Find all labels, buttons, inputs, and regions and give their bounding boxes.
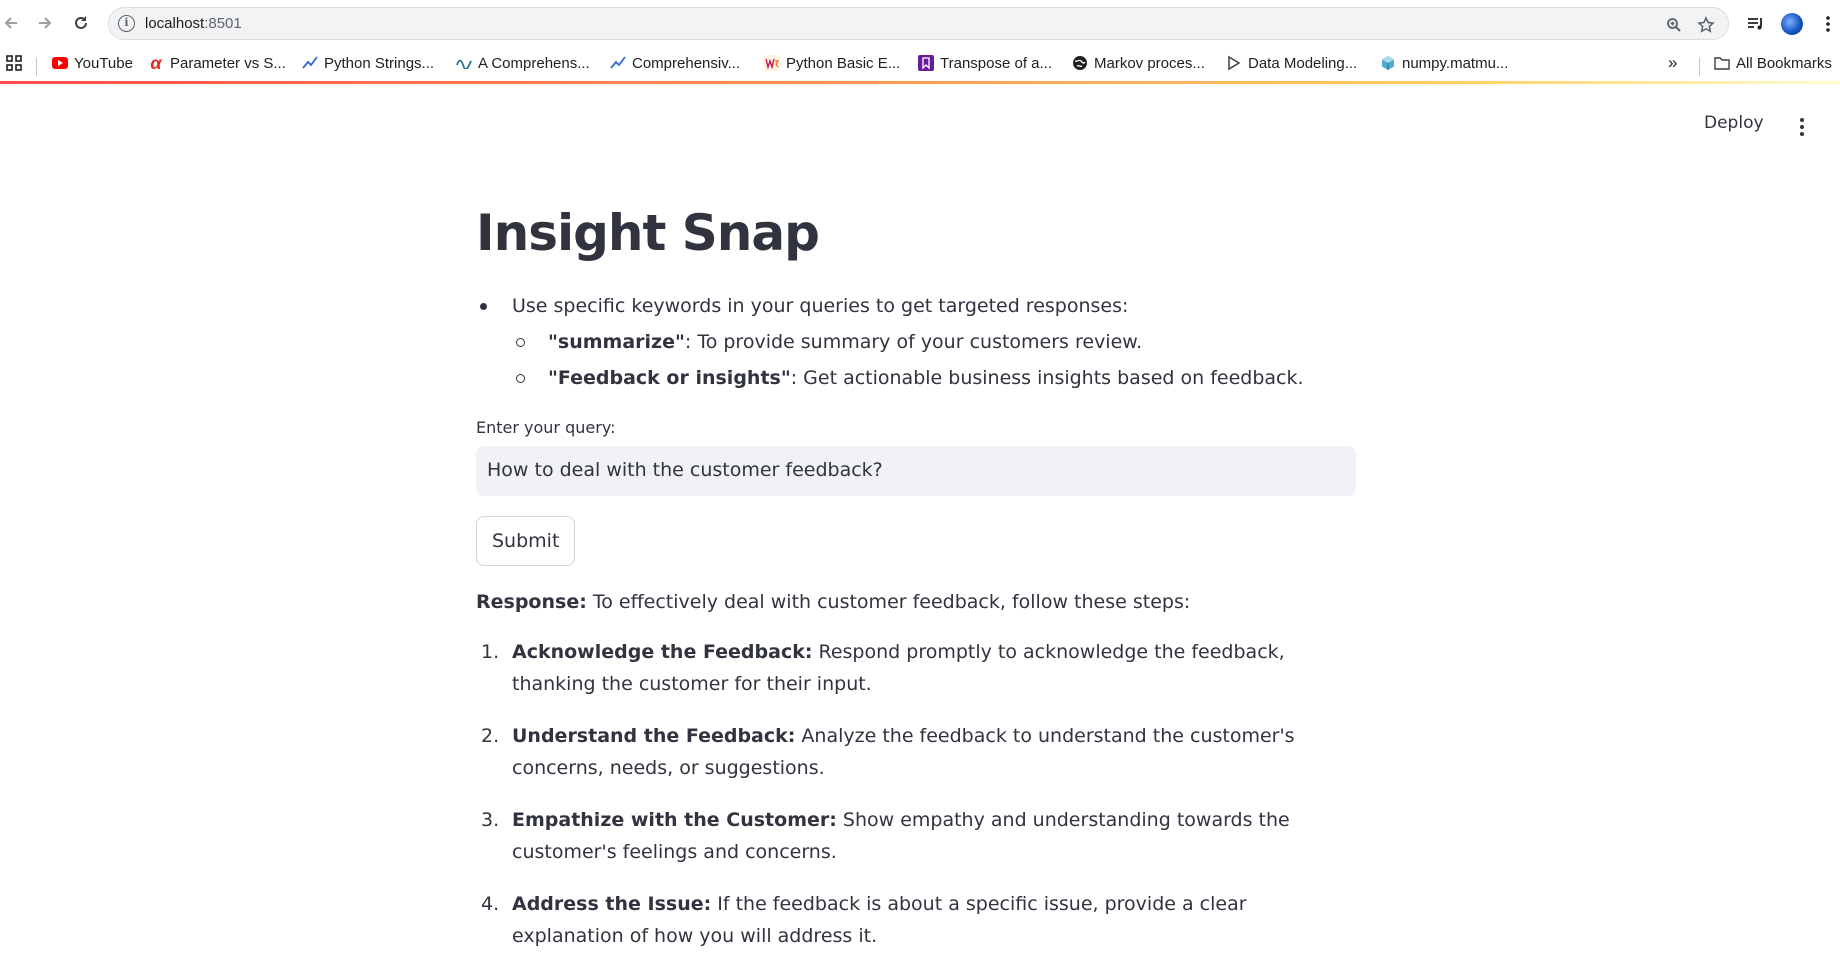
step-title: Acknowledge the Feedback: [512,641,813,663]
step-number: 4. [481,893,500,915]
instruction-keyword: "summarize" [548,331,685,353]
chrome-menu-icon[interactable] [1816,12,1840,36]
bookmark-label: Data Modeling... [1248,54,1358,72]
forward-icon[interactable] [34,12,56,34]
bookmark-comprehensive-b[interactable]: Comprehensiv... [610,52,740,74]
instructions-list: Use specific keywords in your queries to… [476,288,1356,396]
submit-button[interactable]: Submit [476,516,576,566]
list-item: 4. Address the Issue: If the feedback is … [476,888,1356,952]
bookmark-label: YouTube [74,54,133,72]
list-item: 1. Acknowledge the Feedback: Respond prom… [476,636,1356,700]
deploy-button[interactable]: Deploy [1704,113,1764,133]
step-number: 1. [481,641,500,663]
bookmark-label: Markov proces... [1094,54,1205,72]
list-item: 3. Empathize with the Customer: Show empa… [476,804,1356,868]
bookmark-label: Transpose of a... [940,54,1053,72]
bookmark-label: Parameter vs S... [170,54,286,72]
browser-toolbar: i localhost:8501 [0,0,1840,47]
globe-icon [1072,55,1088,71]
app-loading-bar [0,81,1840,84]
address-bar[interactable]: i localhost:8501 [108,7,1729,40]
alpha-icon: α [150,52,162,73]
trend-icon [610,55,626,71]
numpy-icon [1380,55,1396,71]
query-input[interactable]: How to deal with the customer feedback? [476,446,1356,496]
bookmark-comprehensive-a[interactable]: A Comprehens... [456,52,590,74]
response-label: Response: [476,591,587,613]
media-controls-icon[interactable] [1744,12,1768,36]
bookmark-numpy[interactable]: numpy.matmu... [1380,52,1508,74]
query-label: Enter your query: [476,418,616,437]
bookmark-label: Python Strings... [324,54,435,72]
site-info-icon[interactable]: i [118,15,135,32]
bookmark-star-icon[interactable] [1696,15,1716,35]
w3-icon [764,55,780,71]
instruction-item: "summarize": To provide summary of your … [476,324,1356,360]
instruction-keyword: "Feedback or insights" [548,367,791,389]
zoom-icon[interactable] [1664,15,1684,35]
reload-icon[interactable] [70,12,92,34]
bookmark-label: Python Basic E... [786,54,901,72]
response-text: Response: To effectively deal with custo… [476,586,1356,618]
instructions-intro: Use specific keywords in your queries to… [476,288,1356,324]
step-number: 3. [481,809,500,831]
url-text: localhost:8501 [145,15,242,32]
bookmark-markov[interactable]: Markov proces... [1072,52,1205,74]
apps-grid-icon[interactable] [6,52,22,74]
wave-icon [456,55,472,71]
trend-icon [302,55,318,71]
bookmark-data-modeling[interactable]: Data Modeling... [1226,52,1357,74]
step-title: Address the Issue: [512,893,712,915]
step-title: Understand the Feedback: [512,725,796,747]
step-title: Empathize with the Customer: [512,809,837,831]
step-number: 2. [481,725,500,747]
bookmark-purple-icon [918,55,934,71]
page-title: Insight Snap [476,204,820,262]
bookmark-python-strings[interactable]: Python Strings... [302,52,434,74]
play-outline-icon [1226,55,1242,71]
bookmark-python-basic[interactable]: Python Basic E... [764,52,900,74]
all-bookmarks-label: All Bookmarks [1736,54,1832,72]
bookmark-youtube[interactable]: YouTube [52,52,133,74]
bookmark-parameter[interactable]: α Parameter vs S... [148,52,286,74]
bookmarks-overflow-button[interactable]: » [1668,52,1677,74]
response-steps: 1. Acknowledge the Feedback: Respond prom… [476,636,1356,952]
instruction-text: : Get actionable business insights based… [790,367,1304,389]
all-bookmarks-button[interactable]: All Bookmarks [1714,52,1832,74]
instruction-text: : To provide summary of your customers r… [684,331,1143,353]
bookmarks-divider [1699,58,1700,76]
main-content: Insight Snap Use specific keywords in yo… [476,198,1356,965]
instruction-item: "Feedback or insights": Get actionable b… [476,360,1356,396]
list-item: 2. Understand the Feedback: Analyze the f… [476,720,1356,784]
bookmarks-bar: YouTube α Parameter vs S... Python Strin… [0,47,1840,81]
main-menu-icon[interactable] [1794,114,1810,140]
back-icon[interactable] [0,12,22,34]
profile-avatar[interactable] [1780,12,1804,36]
bookmark-label: A Comprehens... [478,54,590,72]
bookmark-transpose[interactable]: Transpose of a... [918,52,1052,74]
bookmarks-divider [36,58,37,76]
response-intro: To effectively deal with customer feedba… [586,591,1191,613]
youtube-icon [52,55,68,71]
folder-icon [1714,55,1730,71]
bookmark-label: Comprehensiv... [632,54,741,72]
bookmark-label: numpy.matmu... [1402,54,1509,72]
